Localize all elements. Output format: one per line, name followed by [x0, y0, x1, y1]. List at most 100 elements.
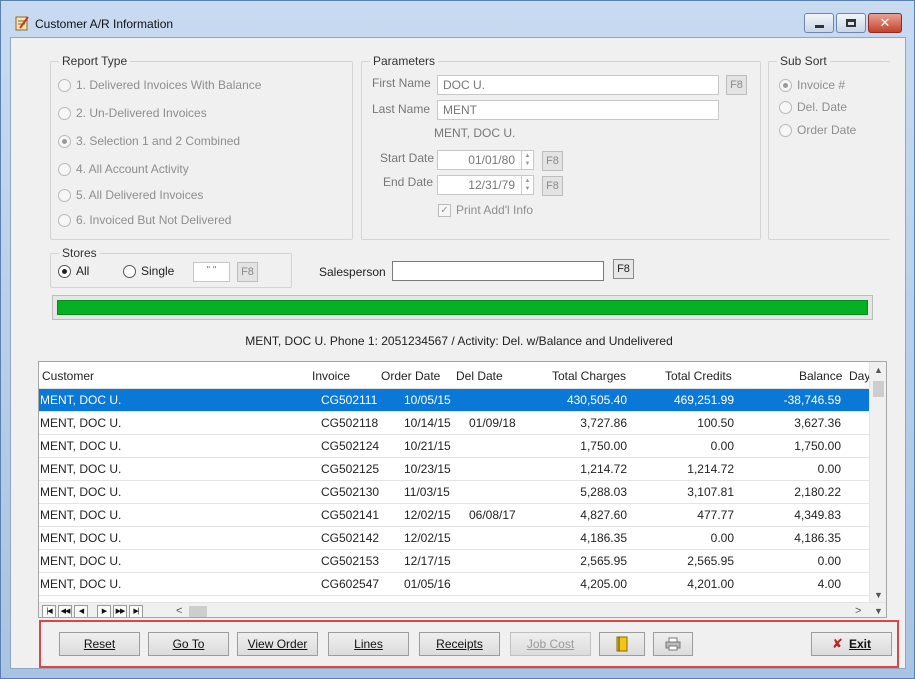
table-row[interactable]: MENT, DOC U. CG502118 10/14/15 01/09/18 3,72… — [39, 412, 869, 435]
report-type-option-4[interactable]: 4. All Account Activity — [58, 162, 189, 176]
table-row[interactable]: MENT, DOC U. CG502141 12/02/15 06/08/17 4,82… — [39, 504, 869, 527]
cell-invoice: CG502142 — [321, 531, 380, 545]
stores-single-radio[interactable]: Single — [123, 264, 174, 278]
scroll-left-icon[interactable]: < — [176, 605, 182, 617]
salesperson-field[interactable] — [392, 261, 604, 281]
next-record-icon[interactable]: ▶ — [97, 605, 111, 617]
prev-record-icon[interactable]: ◀ — [74, 605, 88, 617]
report-type-option-label: 1. Delivered Invoices With Balance — [76, 78, 262, 92]
last-record-icon[interactable]: ▶| — [129, 605, 143, 617]
radio-icon — [58, 162, 71, 176]
sub-sort-option-label: Del. Date — [797, 100, 848, 114]
column-header-del-date[interactable]: Del Date — [456, 369, 503, 383]
store-f8-button[interactable]: F8 — [237, 262, 258, 282]
table-row[interactable]: MENT, DOC U. CG602547 01/05/16 4,205.00 4,20… — [39, 573, 869, 596]
column-header-total-charges[interactable]: Total Charges — [552, 369, 626, 383]
cell-credits: 2,565.95 — [687, 554, 734, 568]
store-code-field[interactable]: " " — [193, 262, 230, 282]
cell-charges: 1,214.72 — [580, 462, 627, 476]
job-cost-button[interactable]: Job Cost — [510, 632, 591, 656]
column-header-invoice[interactable]: Invoice — [312, 369, 350, 383]
column-header-day[interactable]: Day — [849, 369, 870, 383]
vertical-scrollbar[interactable]: ▲ ▼ — [869, 362, 886, 602]
app-window: Customer A/R Information ✕ Report Type 1… — [0, 0, 915, 679]
minimize-button[interactable] — [804, 13, 834, 33]
scroll-down-small-icon[interactable]: ▼ — [874, 606, 883, 616]
view-order-button[interactable]: View Order — [237, 632, 318, 656]
print-button[interactable] — [653, 632, 693, 656]
first-name-f8-button[interactable]: F8 — [726, 75, 747, 95]
start-date-spinner[interactable]: ▲ ▼ — [521, 150, 533, 170]
stores-title: Stores — [59, 246, 100, 260]
maximize-button[interactable] — [836, 13, 866, 33]
radio-checked-icon — [58, 134, 71, 148]
report-type-option-5[interactable]: 5. All Delivered Invoices — [58, 188, 203, 202]
printer-icon — [665, 637, 681, 651]
table-row[interactable]: MENT, DOC U. CG502142 12/02/15 4,186.35 0.00… — [39, 527, 869, 550]
start-date-field[interactable]: 01/01/80 — [437, 150, 534, 170]
radio-icon — [779, 123, 792, 137]
cell-charges: 5,288.03 — [580, 485, 627, 499]
report-type-option-1[interactable]: 1. Delivered Invoices With Balance — [58, 78, 261, 92]
scroll-up-icon[interactable]: ▲ — [874, 365, 883, 375]
sub-sort-order-date[interactable]: Order Date — [779, 123, 856, 137]
cell-credits: 100.50 — [697, 416, 734, 430]
report-type-option-3[interactable]: 3. Selection 1 and 2 Combined — [58, 134, 240, 148]
table-row[interactable]: MENT, DOC U. CG502111 10/05/15 430,505.40 46… — [39, 389, 869, 412]
reset-label: Reset — [83, 637, 116, 651]
prev-page-icon[interactable]: ◀◀ — [58, 605, 72, 617]
stores-all-radio[interactable]: All — [58, 264, 89, 278]
start-date-f8-button[interactable]: F8 — [542, 151, 563, 171]
table-row[interactable]: MENT, DOC U. CG502130 11/03/15 5,288.03 3,10… — [39, 481, 869, 504]
grid-nav-bar: |◀ ◀◀ ◀ ▶ ▶▶ ▶| < > ▼ — [39, 602, 886, 617]
notebook-button[interactable] — [599, 632, 645, 656]
column-header-total-credits[interactable]: Total Credits — [665, 369, 732, 383]
first-record-icon[interactable]: |◀ — [42, 605, 56, 617]
column-header-customer[interactable]: Customer — [42, 369, 94, 383]
goto-button[interactable]: Go To — [148, 632, 229, 656]
end-date-field[interactable]: 12/31/79 — [437, 175, 534, 195]
cell-customer: MENT, DOC U. — [40, 485, 122, 499]
cell-customer: MENT, DOC U. — [40, 393, 122, 407]
cell-customer: MENT, DOC U. — [40, 508, 122, 522]
sub-sort-invoice[interactable]: Invoice # — [779, 78, 845, 92]
print-addl-info-checkbox[interactable]: ✓ Print Add'l Info — [438, 203, 533, 217]
table-row[interactable]: MENT, DOC U. CG502125 10/23/15 1,214.72 1,21… — [39, 458, 869, 481]
cell-order-date: 01/05/16 — [404, 577, 451, 591]
table-row[interactable]: MENT, DOC U. CG502124 10/21/15 1,750.00 0.00… — [39, 435, 869, 458]
job-cost-label: Job Cost — [526, 637, 575, 651]
cell-order-date: 10/21/15 — [404, 439, 451, 453]
cell-customer: MENT, DOC U. — [40, 554, 122, 568]
vertical-scroll-thumb[interactable] — [873, 381, 884, 397]
client-area: Report Type 1. Delivered Invoices With B… — [10, 37, 906, 669]
lines-button[interactable]: Lines — [328, 632, 409, 656]
table-row[interactable]: MENT, DOC U. CG502153 12/17/15 2,565.95 2,56… — [39, 550, 869, 573]
horizontal-scroll-thumb[interactable] — [189, 606, 207, 617]
cell-customer: MENT, DOC U. — [40, 439, 122, 453]
report-type-option-2[interactable]: 2. Un-Delivered Invoices — [58, 106, 207, 120]
salesperson-f8-button[interactable]: F8 — [613, 259, 634, 279]
scroll-down-icon[interactable]: ▼ — [874, 590, 883, 600]
column-header-order-date[interactable]: Order Date — [381, 369, 440, 383]
last-name-field[interactable]: MENT — [437, 100, 719, 120]
spin-down-icon: ▼ — [524, 161, 531, 167]
invoice-grid[interactable]: Customer Invoice Order Date Del Date Tot… — [38, 361, 887, 618]
report-type-option-label: 5. All Delivered Invoices — [76, 188, 204, 202]
progress-bar — [52, 295, 873, 320]
next-page-icon[interactable]: ▶▶ — [113, 605, 127, 617]
end-date-spinner[interactable]: ▲ ▼ — [521, 175, 533, 195]
exit-button[interactable]: ✘ Exit — [811, 632, 892, 656]
column-header-balance[interactable]: Balance — [799, 369, 842, 383]
first-name-field[interactable]: DOC U. — [437, 75, 719, 95]
cell-order-date: 12/17/15 — [404, 554, 451, 568]
report-type-option-6[interactable]: 6. Invoiced But Not Delivered — [58, 213, 231, 227]
stores-group: Stores All Single " " F8 — [50, 246, 292, 288]
report-type-option-label: 6. Invoiced But Not Delivered — [76, 213, 232, 227]
end-date-f8-button[interactable]: F8 — [542, 176, 563, 196]
cell-balance: 1,750.00 — [794, 439, 841, 453]
scroll-right-icon[interactable]: > — [855, 605, 861, 617]
sub-sort-del-date[interactable]: Del. Date — [779, 100, 847, 114]
close-button[interactable]: ✕ — [868, 13, 902, 33]
receipts-button[interactable]: Receipts — [419, 632, 500, 656]
reset-button[interactable]: Reset — [59, 632, 140, 656]
